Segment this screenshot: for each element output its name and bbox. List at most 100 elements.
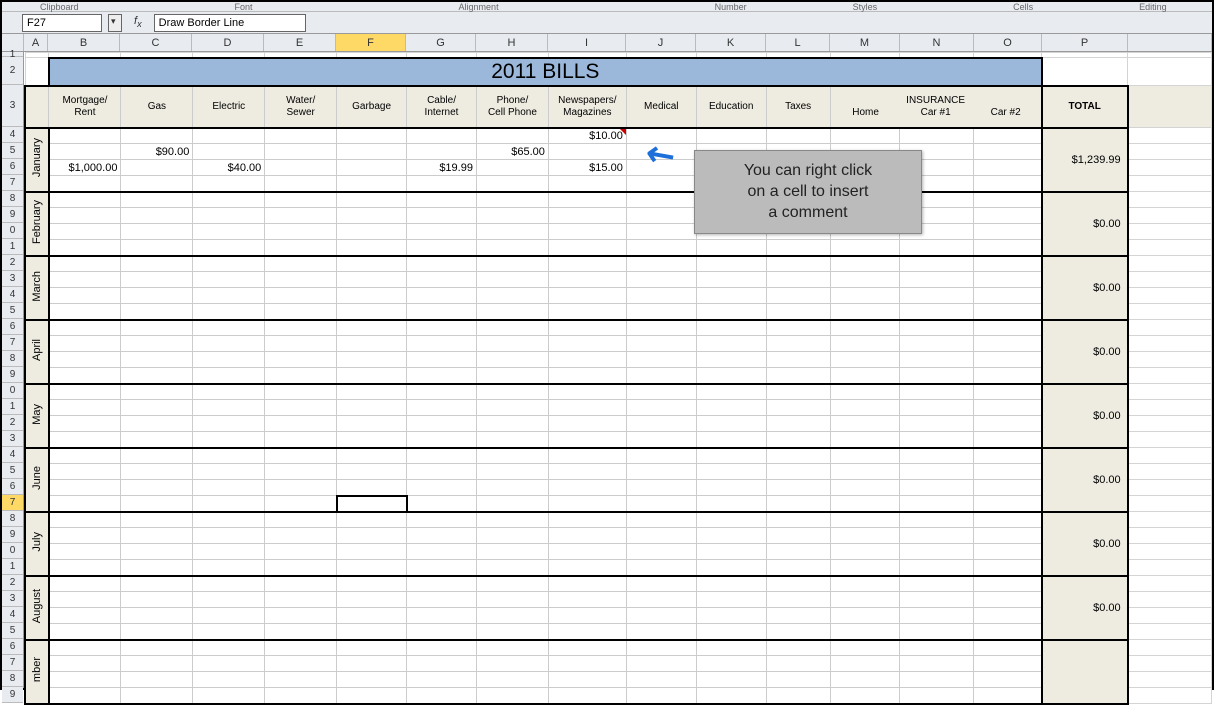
cell-M14[interactable] bbox=[830, 288, 900, 304]
cell-K24[interactable] bbox=[696, 448, 766, 464]
cell-O12[interactable] bbox=[974, 256, 1042, 272]
cell-B16[interactable] bbox=[49, 320, 121, 336]
cell-F22[interactable] bbox=[337, 416, 407, 432]
cell-O32[interactable] bbox=[974, 576, 1042, 592]
cell-J26[interactable] bbox=[626, 480, 696, 496]
cell-M26[interactable] bbox=[830, 480, 900, 496]
fx-icon[interactable]: fx bbox=[128, 15, 148, 29]
row-header-33[interactable]: 3 bbox=[2, 591, 23, 607]
cell-D38[interactable] bbox=[193, 672, 265, 688]
cell-L28[interactable] bbox=[766, 512, 830, 528]
cell-G30[interactable] bbox=[407, 544, 477, 560]
cell-G35[interactable] bbox=[407, 624, 477, 640]
cell-O16[interactable] bbox=[974, 320, 1042, 336]
col-H-header[interactable]: Phone/ Cell Phone bbox=[476, 86, 548, 128]
cell-L30[interactable] bbox=[766, 544, 830, 560]
cell-M32[interactable] bbox=[830, 576, 900, 592]
cell-I30[interactable] bbox=[548, 544, 626, 560]
cell-N32[interactable] bbox=[900, 576, 974, 592]
cell-D19[interactable] bbox=[193, 368, 265, 384]
month-mber[interactable]: mber bbox=[25, 640, 49, 704]
cell-J21[interactable] bbox=[626, 400, 696, 416]
cell-L17[interactable] bbox=[766, 336, 830, 352]
cell-D5[interactable] bbox=[193, 144, 265, 160]
cell-L37[interactable] bbox=[766, 656, 830, 672]
cell-M33[interactable] bbox=[830, 592, 900, 608]
cell-H20[interactable] bbox=[476, 384, 548, 400]
cell-O22[interactable] bbox=[974, 416, 1042, 432]
cell-J36[interactable] bbox=[626, 640, 696, 656]
col-header-N[interactable]: N bbox=[900, 34, 974, 51]
cell-J31[interactable] bbox=[626, 560, 696, 576]
cell-C16[interactable] bbox=[121, 320, 193, 336]
cell-I10[interactable] bbox=[548, 224, 626, 240]
row-header-10[interactable]: 0 bbox=[2, 223, 23, 239]
cell-L27[interactable] bbox=[766, 496, 830, 512]
row-header-6[interactable]: 6 bbox=[2, 159, 23, 175]
cell-M38[interactable] bbox=[830, 672, 900, 688]
cell-N25[interactable] bbox=[900, 464, 974, 480]
cell-G24[interactable] bbox=[407, 448, 477, 464]
col-E-header[interactable]: Water/ Sewer bbox=[265, 86, 337, 128]
cell-D31[interactable] bbox=[193, 560, 265, 576]
cell-I19[interactable] bbox=[548, 368, 626, 384]
cell-H34[interactable] bbox=[476, 608, 548, 624]
cell-I18[interactable] bbox=[548, 352, 626, 368]
cell-L15[interactable] bbox=[766, 304, 830, 320]
cell-E35[interactable] bbox=[265, 624, 337, 640]
cell-J28[interactable] bbox=[626, 512, 696, 528]
cell-K4[interactable] bbox=[696, 128, 766, 144]
cell-G8[interactable] bbox=[407, 192, 477, 208]
cell-D15[interactable] bbox=[193, 304, 265, 320]
row-header-21[interactable]: 1 bbox=[2, 399, 23, 415]
cell-O5[interactable] bbox=[974, 144, 1042, 160]
cell-D30[interactable] bbox=[193, 544, 265, 560]
cell-M19[interactable] bbox=[830, 368, 900, 384]
cell-B29[interactable] bbox=[49, 528, 121, 544]
row-header-7[interactable]: 7 bbox=[2, 175, 23, 191]
col-header-I[interactable]: I bbox=[548, 34, 626, 51]
cell-K27[interactable] bbox=[696, 496, 766, 512]
cell-G25[interactable] bbox=[407, 464, 477, 480]
cell-K13[interactable] bbox=[696, 272, 766, 288]
cell-D29[interactable] bbox=[193, 528, 265, 544]
cell-I24[interactable] bbox=[548, 448, 626, 464]
sheet-area[interactable]: 2011 BILLSMortgage/ RentGasElectricWater… bbox=[24, 52, 1212, 688]
cell-I11[interactable] bbox=[548, 240, 626, 256]
cell-J9[interactable] bbox=[626, 208, 696, 224]
cell-M25[interactable] bbox=[830, 464, 900, 480]
cell-O11[interactable] bbox=[974, 240, 1042, 256]
cell-C18[interactable] bbox=[121, 352, 193, 368]
col-header-O[interactable]: O bbox=[974, 34, 1042, 51]
cell-O31[interactable] bbox=[974, 560, 1042, 576]
cell-I4[interactable]: $10.00 bbox=[548, 128, 626, 144]
cell-D25[interactable] bbox=[193, 464, 265, 480]
cell-L33[interactable] bbox=[766, 592, 830, 608]
cell-L32[interactable] bbox=[766, 576, 830, 592]
row-header-5[interactable]: 5 bbox=[2, 143, 23, 159]
cell-E37[interactable] bbox=[265, 656, 337, 672]
row-header-36[interactable]: 6 bbox=[2, 639, 23, 655]
cell-D27[interactable] bbox=[193, 496, 265, 512]
cell-B13[interactable] bbox=[49, 272, 121, 288]
cell-H10[interactable] bbox=[476, 224, 548, 240]
cell-O36[interactable] bbox=[974, 640, 1042, 656]
cell-G13[interactable] bbox=[407, 272, 477, 288]
cell-G23[interactable] bbox=[407, 432, 477, 448]
cell-N20[interactable] bbox=[900, 384, 974, 400]
cell-J17[interactable] bbox=[626, 336, 696, 352]
cell-D36[interactable] bbox=[193, 640, 265, 656]
cell-B8[interactable] bbox=[49, 192, 121, 208]
row-header-19[interactable]: 9 bbox=[2, 367, 23, 383]
cell-L25[interactable] bbox=[766, 464, 830, 480]
cell-E9[interactable] bbox=[265, 208, 337, 224]
cell-G31[interactable] bbox=[407, 560, 477, 576]
cell-K34[interactable] bbox=[696, 608, 766, 624]
month-march[interactable]: March bbox=[25, 256, 49, 320]
cell-C4[interactable] bbox=[121, 128, 193, 144]
cell-K17[interactable] bbox=[696, 336, 766, 352]
row-header-17[interactable]: 7 bbox=[2, 335, 23, 351]
cell-O29[interactable] bbox=[974, 528, 1042, 544]
row-header-38[interactable]: 8 bbox=[2, 671, 23, 687]
cell-E34[interactable] bbox=[265, 608, 337, 624]
